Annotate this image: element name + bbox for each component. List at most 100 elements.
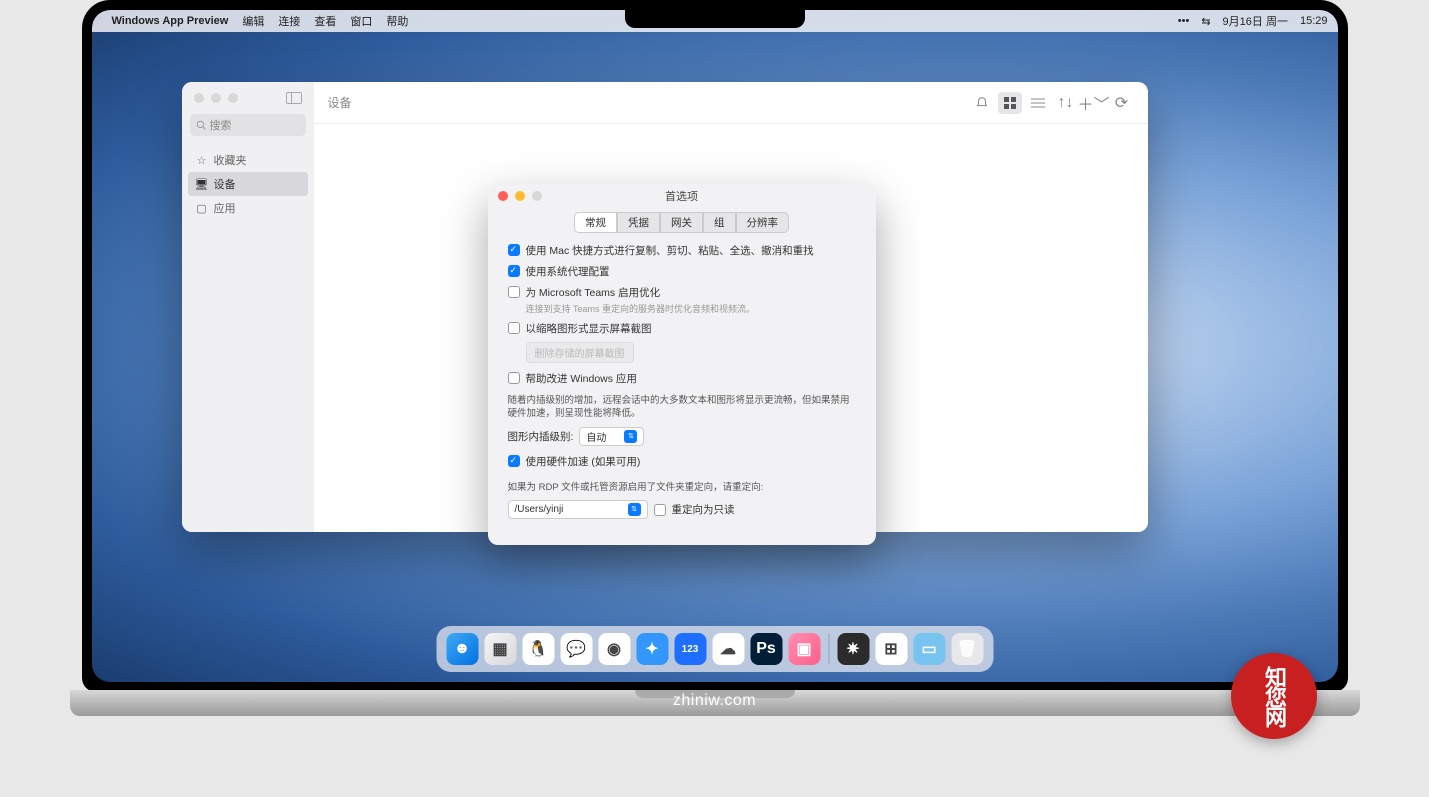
menu-window[interactable]: 窗口 bbox=[350, 13, 372, 29]
menubar-switch-icon[interactable]: ⇆ bbox=[1201, 15, 1210, 28]
checkbox-icon[interactable] bbox=[508, 265, 520, 277]
menubar-more-icon[interactable]: ••• bbox=[1178, 15, 1190, 27]
sidebar-item-label: 设备 bbox=[214, 176, 236, 192]
sidebar-item-label: 应用 bbox=[214, 200, 236, 216]
opt-mac-shortcuts[interactable]: 使用 Mac 快捷方式进行复制、剪切、粘贴、全选、撤消和重找 bbox=[508, 243, 856, 258]
interp-desc: 随着内插级别的增加，远程会话中的大多数文本和图形将显示更流畅，但如果禁用硬件加速… bbox=[508, 394, 856, 421]
dock-wechat[interactable]: 💬 bbox=[560, 633, 592, 665]
opt-system-proxy[interactable]: 使用系统代理配置 bbox=[508, 264, 856, 279]
dock-baidu[interactable]: ☁ bbox=[712, 633, 744, 665]
menu-view[interactable]: 查看 bbox=[314, 13, 336, 29]
sidebar-item-apps[interactable]: ▢ 应用 bbox=[188, 196, 308, 220]
refresh-icon[interactable]: ⟳ bbox=[1110, 92, 1134, 114]
opt-label: 使用 Mac 快捷方式进行复制、剪切、粘贴、全选、撤消和重找 bbox=[526, 243, 814, 258]
add-icon[interactable]: ＋﹀ bbox=[1082, 92, 1106, 114]
opt-label: 为 Microsoft Teams 启用优化 bbox=[526, 285, 661, 300]
opt-label: 帮助改进 Windows 应用 bbox=[526, 371, 637, 386]
opt-teams[interactable]: 为 Microsoft Teams 启用优化 bbox=[508, 285, 856, 300]
dock-folder[interactable]: ▭ bbox=[913, 633, 945, 665]
star-icon: ☆ bbox=[196, 154, 208, 166]
notifications-icon[interactable] bbox=[970, 92, 994, 114]
prefs-body: 使用 Mac 快捷方式进行复制、剪切、粘贴、全选、撤消和重找 使用系统代理配置 … bbox=[488, 243, 876, 545]
preferences-window: 首选项 常规 凭据 网关 组 分辨率 使用 Mac 快捷方式进行复制、剪切、粘贴… bbox=[488, 184, 876, 545]
laptop-frame: Windows App Preview 编辑 连接 查看 窗口 帮助 ••• ⇆… bbox=[70, 0, 1360, 760]
dock-separator bbox=[828, 634, 829, 664]
watermark-logo: 知您网 bbox=[1231, 653, 1317, 739]
dock-cleanshot[interactable]: ▣ bbox=[788, 633, 820, 665]
prefs-titlebar: 首选项 bbox=[488, 184, 876, 208]
tab-resolution[interactable]: 分辨率 bbox=[736, 212, 790, 233]
chevron-updown-icon: ⇅ bbox=[624, 430, 637, 443]
list-view-icon[interactable] bbox=[1026, 92, 1050, 114]
interp-value: 自动 bbox=[586, 429, 606, 444]
opt-teams-sub: 连接到支持 Teams 重定向的服务器时优化音频和视频流。 bbox=[526, 302, 856, 315]
chevron-updown-icon: ⇅ bbox=[628, 503, 641, 516]
checkbox-icon[interactable] bbox=[508, 372, 520, 384]
sidebar-item-favorites[interactable]: ☆ 收藏夹 bbox=[188, 148, 308, 172]
dock-qq[interactable]: 🐧 bbox=[522, 633, 554, 665]
opt-label: 以缩略图形式显示屏幕截图 bbox=[526, 321, 652, 336]
tab-general[interactable]: 常规 bbox=[574, 212, 617, 233]
checkbox-icon[interactable] bbox=[508, 244, 520, 256]
menu-help[interactable]: 帮助 bbox=[386, 13, 408, 29]
screen: Windows App Preview 编辑 连接 查看 窗口 帮助 ••• ⇆… bbox=[92, 10, 1338, 682]
menubar-date[interactable]: 9月16日 周一 bbox=[1223, 13, 1288, 29]
opt-improve[interactable]: 帮助改进 Windows 应用 bbox=[508, 371, 856, 386]
app-icon: ▢ bbox=[196, 202, 208, 214]
sidebar-item-label: 收藏夹 bbox=[214, 152, 247, 168]
interp-label: 图形内插级别: bbox=[508, 429, 574, 444]
minimize-button[interactable] bbox=[211, 93, 221, 103]
dock-finder[interactable]: ☻ bbox=[446, 633, 478, 665]
watermark-text: 知您网 bbox=[1258, 666, 1290, 726]
screen-bezel: Windows App Preview 编辑 连接 查看 窗口 帮助 ••• ⇆… bbox=[82, 0, 1348, 692]
tab-credentials[interactable]: 凭据 bbox=[617, 212, 660, 233]
menubar-time[interactable]: 15:29 bbox=[1300, 15, 1328, 27]
search-input[interactable]: 搜索 bbox=[190, 114, 306, 136]
sort-icon[interactable]: ↑↓ bbox=[1054, 92, 1078, 114]
dock-chrome[interactable]: ◉ bbox=[598, 633, 630, 665]
dock: ☻▦🐧💬◉✦123☁Ps▣ ✷⊞▭🗑 bbox=[436, 626, 993, 672]
checkbox-icon[interactable] bbox=[508, 322, 520, 334]
opt-hw-accel[interactable]: 使用硬件加速 (如果可用) bbox=[508, 454, 856, 469]
close-button[interactable] bbox=[194, 93, 204, 103]
app-sidebar: 搜索 ☆ 收藏夹 🖥 设备 ▢ 应用 bbox=[182, 82, 314, 532]
redirect-path-select[interactable]: /Users/yinji ⇅ bbox=[508, 500, 648, 519]
opt-label: 重定向为只读 bbox=[672, 502, 735, 517]
checkbox-icon[interactable] bbox=[508, 286, 520, 298]
search-icon bbox=[196, 120, 206, 130]
toolbar-title: 设备 bbox=[328, 94, 352, 111]
sidebar-item-devices[interactable]: 🖥 设备 bbox=[188, 172, 308, 196]
menu-connect[interactable]: 连接 bbox=[278, 13, 300, 29]
toolbar: 设备 ↑↓ ＋﹀ ⟳ bbox=[314, 82, 1148, 124]
redirect-desc: 如果为 RDP 文件或托管资源启用了文件夹重定向，请重定向: bbox=[508, 481, 856, 494]
interp-row: 图形内插级别: 自动 ⇅ bbox=[508, 427, 856, 446]
opt-thumbnail[interactable]: 以缩略图形式显示屏幕截图 bbox=[508, 321, 856, 336]
tab-gateway[interactable]: 网关 bbox=[660, 212, 703, 233]
grid-view-icon[interactable] bbox=[998, 92, 1022, 114]
redirect-path: /Users/yinji bbox=[515, 504, 564, 515]
toggle-sidebar-icon[interactable] bbox=[286, 92, 302, 104]
tab-groups[interactable]: 组 bbox=[703, 212, 736, 233]
menubar-app-name[interactable]: Windows App Preview bbox=[112, 15, 229, 27]
opt-label: 使用硬件加速 (如果可用) bbox=[526, 454, 641, 469]
dock-123[interactable]: 123 bbox=[674, 633, 706, 665]
redirect-row: /Users/yinji ⇅ 重定向为只读 bbox=[508, 500, 856, 519]
notch bbox=[625, 10, 805, 28]
dock-dingtalk[interactable]: ✦ bbox=[636, 633, 668, 665]
checkbox-icon[interactable] bbox=[654, 504, 666, 516]
prefs-tabs: 常规 凭据 网关 组 分辨率 bbox=[488, 212, 876, 233]
dock-launchpad[interactable]: ▦ bbox=[484, 633, 516, 665]
menu-edit[interactable]: 编辑 bbox=[242, 13, 264, 29]
checkbox-icon[interactable] bbox=[508, 455, 520, 467]
zoom-button[interactable] bbox=[228, 93, 238, 103]
interp-select[interactable]: 自动 ⇅ bbox=[579, 427, 644, 446]
dock-trash[interactable]: 🗑 bbox=[951, 633, 983, 665]
display-icon: 🖥 bbox=[196, 178, 208, 190]
clear-thumbs-button[interactable]: 删除存储的屏幕截图 bbox=[526, 342, 634, 363]
sidebar-list: ☆ 收藏夹 🖥 设备 ▢ 应用 bbox=[182, 144, 314, 224]
window-controls bbox=[182, 82, 314, 110]
opt-label: 使用系统代理配置 bbox=[526, 264, 610, 279]
dock-windows[interactable]: ⊞ bbox=[875, 633, 907, 665]
dock-photoshop[interactable]: Ps bbox=[750, 633, 782, 665]
dock-wheel[interactable]: ✷ bbox=[837, 633, 869, 665]
